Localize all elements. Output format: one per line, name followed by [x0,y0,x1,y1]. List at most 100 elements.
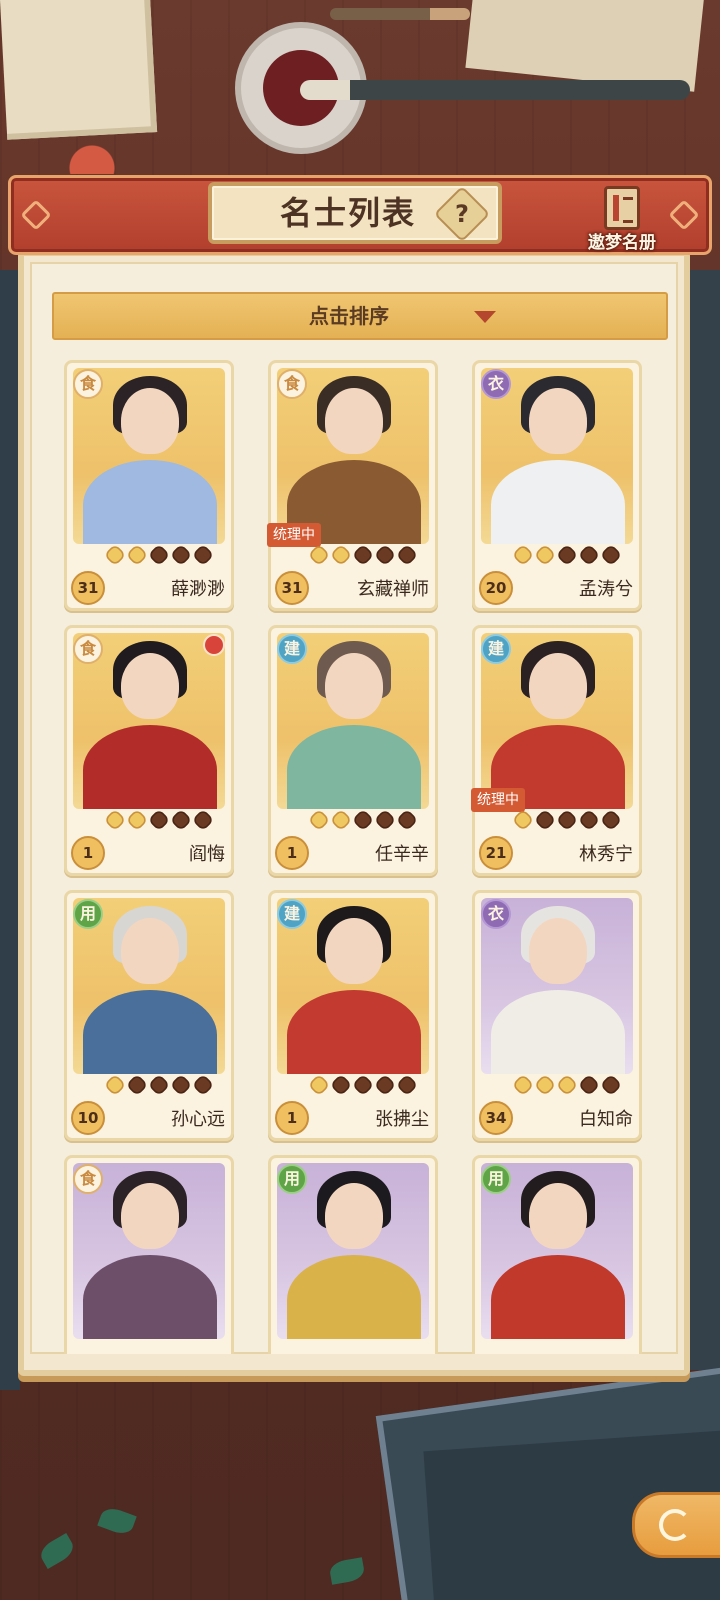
category-badge: 建 [277,899,307,929]
brush-decoration [300,80,690,100]
page-title: 名士列表 [279,194,416,232]
character-card[interactable]: 食 [64,1155,234,1354]
category-badge: 食 [277,369,307,399]
star-icon [511,543,535,567]
character-name: 任辛辛 [375,844,429,865]
character-figure [287,990,421,1074]
cloth-decoration [0,270,20,1390]
character-figure [287,725,421,809]
character-card[interactable]: 食 31 薛渺渺 [64,360,234,611]
category-badge: 食 [73,634,103,664]
star-icon [555,808,579,832]
character-face [121,918,179,984]
character-face [325,388,383,454]
character-card[interactable]: 衣 34 白知命 [472,890,642,1141]
star-icon [351,808,375,832]
character-figure [287,1255,421,1339]
star-icon [125,543,149,567]
character-card[interactable]: 食统理中 31 玄藏禅师 [267,360,438,611]
level-badge: 1 [71,836,105,870]
star-icon [329,1073,353,1097]
star-icon [191,1073,215,1097]
star-icon [125,1073,149,1097]
character-face [121,388,179,454]
status-badge: 统理中 [471,788,525,812]
back-button[interactable] [632,1492,720,1558]
star-icon [125,808,149,832]
star-icon [169,543,193,567]
character-figure [83,725,217,809]
category-badge: 用 [481,1164,511,1194]
star-icon [599,1073,623,1097]
character-name: 玄藏禅师 [357,579,429,600]
character-face [529,653,587,719]
level-badge: 21 [479,836,513,870]
notification-icon [203,634,225,656]
star-icon [191,543,215,567]
character-card[interactable]: 建统理中 21 林秀宁 [471,625,642,876]
character-card[interactable]: 用 [472,1155,642,1354]
character-face [325,918,383,984]
star-icon [147,808,171,832]
star-icon [599,808,623,832]
character-card[interactable]: 建 1 张拂尘 [268,890,438,1141]
star-rating [103,1073,229,1097]
star-icon [395,808,419,832]
level-badge: 10 [71,1101,105,1135]
star-icon [533,1073,557,1097]
star-rating [511,1073,637,1097]
category-badge: 食 [73,369,103,399]
star-icon [147,1073,171,1097]
category-badge: 衣 [481,899,511,929]
star-rating [103,808,229,832]
character-name: 薛渺渺 [171,579,225,600]
triangle-down-icon [474,311,496,323]
star-icon [307,543,331,567]
star-icon [577,808,601,832]
character-figure [491,460,625,544]
star-icon [169,808,193,832]
star-icon [577,543,601,567]
help-icon[interactable]: ? [442,194,482,234]
character-card[interactable]: 用 [268,1155,438,1354]
star-icon [373,808,397,832]
star-icon [555,543,579,567]
category-badge: 建 [277,634,307,664]
character-card[interactable]: 建 1 任辛辛 [268,625,438,876]
star-icon [329,543,353,567]
star-icon [103,808,127,832]
character-name: 孙心远 [171,1109,225,1130]
star-rating [307,1073,433,1097]
star-rating [511,543,637,567]
character-face [325,1183,383,1249]
sort-button[interactable]: 点击排序 [52,292,668,340]
character-figure [491,1255,625,1339]
character-figure [491,990,625,1074]
level-badge: 1 [275,1101,309,1135]
character-card[interactable]: 用 10 孙心远 [64,890,234,1141]
star-icon [373,1073,397,1097]
character-card[interactable]: 衣 20 孟涛兮 [472,360,642,611]
ornament-icon [20,199,52,231]
character-face [529,388,587,454]
back-arrow-icon [659,1509,691,1541]
star-rating [307,808,433,832]
star-icon [533,543,557,567]
category-badge: 用 [277,1164,307,1194]
character-face [529,1183,587,1249]
album-button[interactable]: 遨梦名册 [584,186,660,254]
ornament-icon [668,199,700,231]
character-name: 孟涛兮 [579,579,633,600]
level-badge: 20 [479,571,513,605]
character-face [325,653,383,719]
character-name: 林秀宁 [579,844,633,865]
album-label: 遨梦名册 [588,233,656,253]
star-icon [307,1073,331,1097]
character-card[interactable]: 食 1 阎悔 [64,625,234,876]
level-badge: 31 [71,571,105,605]
flower-decoration [62,138,122,174]
character-figure [83,460,217,544]
star-icon [555,1073,579,1097]
star-icon [577,1073,601,1097]
book-icon [604,186,640,230]
